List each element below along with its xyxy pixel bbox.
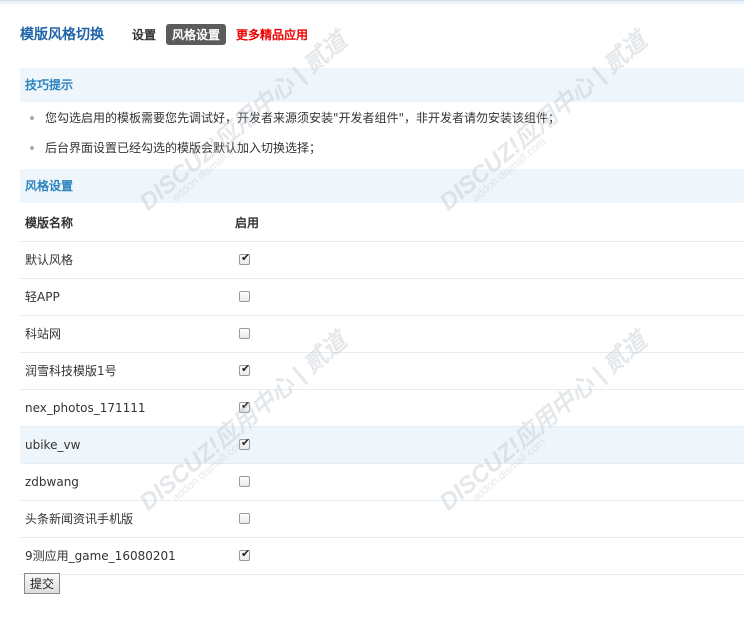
submit-button[interactable]: 提交 bbox=[24, 573, 61, 594]
template-name: ubike_vw bbox=[25, 438, 81, 452]
style-settings-heading: 风格设置 bbox=[20, 169, 744, 203]
table-row: 润雪科技模版1号 ✔ bbox=[20, 353, 744, 390]
enable-checkbox[interactable] bbox=[239, 328, 250, 339]
table-row: 9测应用_game_16080201 ✔ bbox=[20, 538, 744, 575]
enable-checkbox[interactable]: ✔ bbox=[239, 547, 251, 561]
tips-heading: 技巧提示 bbox=[20, 68, 744, 102]
check-icon: ✔ bbox=[241, 399, 251, 412]
check-icon: ✔ bbox=[241, 362, 251, 375]
table-row: 头条新闻资讯手机版 bbox=[20, 501, 744, 538]
check-icon: ✔ bbox=[241, 251, 251, 264]
enable-checkbox[interactable] bbox=[239, 513, 250, 524]
table-row: ubike_vw ✔ bbox=[20, 427, 744, 464]
enable-checkbox[interactable]: ✔ bbox=[239, 399, 251, 413]
enable-checkbox[interactable] bbox=[239, 476, 250, 487]
enable-checkbox[interactable] bbox=[239, 291, 250, 302]
table-row: 科站网 bbox=[20, 316, 744, 353]
enable-checkbox[interactable]: ✔ bbox=[239, 362, 251, 376]
check-icon: ✔ bbox=[241, 547, 251, 560]
template-name: 科站网 bbox=[25, 327, 62, 341]
template-name: 9测应用_game_16080201 bbox=[25, 549, 176, 563]
table-body: 默认风格 ✔ 轻APP 科站网 润雪科技模版1号 ✔ nex_photos_171111 ✔ u… bbox=[20, 242, 744, 575]
table-header: 模版名称 启用 bbox=[20, 205, 744, 242]
header: 模版风格切换 设置 风格设置 更多精品应用 bbox=[20, 22, 308, 46]
template-name: 轻APP bbox=[25, 290, 60, 304]
nav-settings[interactable]: 设置 bbox=[132, 26, 156, 43]
template-name: nex_photos_171111 bbox=[25, 401, 146, 415]
check-icon: ✔ bbox=[241, 436, 251, 449]
table-row: zdbwang bbox=[20, 464, 744, 501]
template-name: 头条新闻资讯手机版 bbox=[25, 512, 134, 526]
template-name: 润雪科技模版1号 bbox=[25, 364, 117, 378]
tips-list: 您勾选启用的模板需要您先调试好，开发者来源须安装"开发者组件"，非开发者请勿安装… bbox=[20, 103, 744, 163]
table-row: nex_photos_171111 ✔ bbox=[20, 390, 744, 427]
column-enable: 启用 bbox=[235, 216, 260, 230]
template-table: 模版名称 启用 默认风格 ✔ 轻APP 科站网 润雪科技模版1号 ✔ nex_photos_… bbox=[20, 205, 744, 575]
enable-checkbox[interactable]: ✔ bbox=[239, 251, 251, 265]
tip-item: 后台界面设置已经勾选的模版会默认加入切换选择； bbox=[20, 133, 744, 163]
enable-checkbox[interactable]: ✔ bbox=[239, 436, 251, 450]
column-template-name: 模版名称 bbox=[25, 216, 74, 230]
tip-item: 您勾选启用的模板需要您先调试好，开发者来源须安装"开发者组件"，非开发者请勿安装… bbox=[20, 103, 744, 133]
template-name: zdbwang bbox=[25, 475, 79, 489]
nav-more-apps[interactable]: 更多精品应用 bbox=[236, 26, 308, 43]
table-row: 轻APP bbox=[20, 279, 744, 316]
template-name: 默认风格 bbox=[25, 253, 74, 267]
table-row: 默认风格 ✔ bbox=[20, 242, 744, 279]
top-border bbox=[0, 0, 744, 6]
nav-style-settings[interactable]: 风格设置 bbox=[166, 23, 227, 45]
page-title: 模版风格切换 bbox=[20, 27, 104, 43]
